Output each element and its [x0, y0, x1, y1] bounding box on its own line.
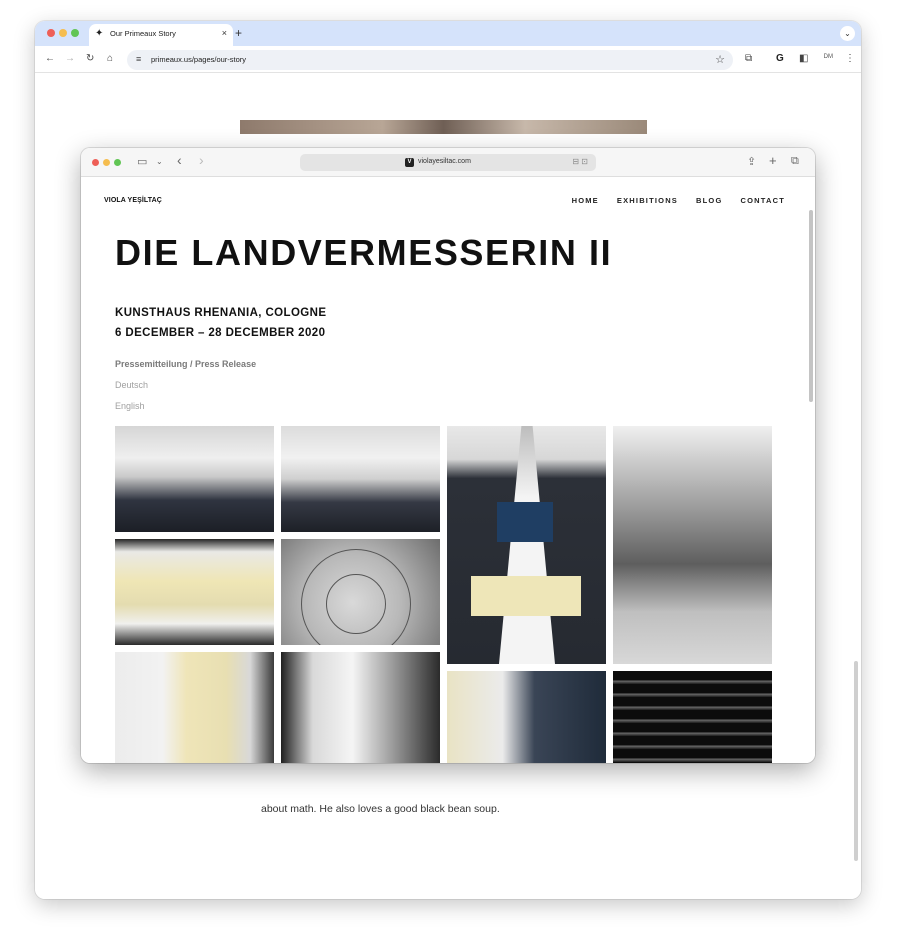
- profile-avatar[interactable]: DM: [824, 54, 833, 60]
- address-bar[interactable]: ≡ primeaux.us/pages/our-story ☆: [127, 50, 733, 70]
- site-settings-icon[interactable]: ≡: [136, 54, 141, 64]
- home-icon[interactable]: ⌂: [107, 53, 113, 64]
- tab-title: Our Primeaux Story: [110, 29, 176, 38]
- bookmark-star-icon[interactable]: ☆: [715, 53, 725, 66]
- gallery-photo[interactable]: [115, 539, 274, 645]
- minimize-window-button[interactable]: [59, 29, 67, 37]
- tab-overview-icon[interactable]: ⧉: [791, 155, 799, 168]
- table-installation-shape: [499, 426, 555, 664]
- safari-minimize-button[interactable]: [103, 159, 110, 166]
- gallery-photo[interactable]: [447, 671, 606, 763]
- site-logo[interactable]: VIOLA YEŞİLTAÇ: [104, 197, 162, 204]
- gallery-photo[interactable]: [281, 652, 440, 763]
- blue-print-shape: [497, 502, 553, 542]
- deutsch-link[interactable]: Deutsch: [115, 380, 148, 390]
- gallery-photo[interactable]: [281, 539, 440, 645]
- press-release-link[interactable]: Pressemitteilung / Press Release: [115, 359, 256, 369]
- forward-arrow-icon[interactable]: →: [65, 53, 75, 64]
- circle-shape: [326, 574, 386, 634]
- safari-close-button[interactable]: [92, 159, 99, 166]
- exhibition-title: DIE LANDVERMESSERIN II: [115, 232, 613, 273]
- viola-site: VIOLA YEŞİLTAÇ HOME EXHIBITIONS BLOG CON…: [81, 177, 815, 763]
- site-nav: HOME EXHIBITIONS BLOG CONTACT: [572, 196, 785, 205]
- gallery-photo[interactable]: [613, 426, 772, 664]
- gallery-photo[interactable]: [115, 426, 274, 532]
- translate-reader-icon[interactable]: ⊟ ⊡: [572, 157, 588, 166]
- safari-zoom-button[interactable]: [114, 159, 121, 166]
- nav-exhibitions[interactable]: EXHIBITIONS: [617, 196, 678, 205]
- safari-scrollbar[interactable]: [809, 210, 813, 402]
- nav-home[interactable]: HOME: [572, 196, 599, 205]
- yellow-map-shape: [471, 576, 581, 616]
- google-icon[interactable]: G: [776, 53, 784, 64]
- forward-chevron-icon[interactable]: ›: [199, 152, 204, 168]
- reload-icon[interactable]: ↻: [86, 53, 94, 64]
- chevron-down-icon[interactable]: ⌄: [156, 157, 163, 166]
- english-link[interactable]: English: [115, 401, 145, 411]
- safari-window: ▭ ⌄ ‹ › V violayesiltac.com ⊟ ⊡ ⇪ + ⧉ VI…: [81, 148, 815, 763]
- tab-close-icon[interactable]: ×: [222, 28, 227, 38]
- nav-blog[interactable]: BLOG: [696, 196, 722, 205]
- site-favicon-icon: ✦: [95, 28, 104, 39]
- background-photo: [240, 120, 647, 134]
- back-chevron-icon[interactable]: ‹: [177, 152, 182, 168]
- about-paragraph: about math. He also loves a good black b…: [261, 803, 500, 815]
- nav-contact[interactable]: CONTACT: [740, 196, 785, 205]
- gallery-photo[interactable]: [281, 426, 440, 532]
- menu-icon[interactable]: ⋮: [845, 53, 855, 64]
- safari-address-bar[interactable]: V violayesiltac.com ⊟ ⊡: [300, 154, 596, 171]
- browser-toolbar: ← → ↻ ⌂ ≡ primeaux.us/pages/our-story ☆ …: [35, 46, 861, 73]
- address-url[interactable]: primeaux.us/pages/our-story: [151, 55, 246, 64]
- gallery-photo[interactable]: [115, 652, 274, 763]
- safari-url[interactable]: violayesiltac.com: [418, 158, 471, 165]
- side-panel-icon[interactable]: ◧: [799, 53, 808, 64]
- exhibition-venue: KUNSTHAUS RHENANIA, COLOGNE: [115, 307, 327, 319]
- back-arrow-icon[interactable]: ←: [45, 53, 55, 64]
- extensions-icon[interactable]: ⧉: [745, 53, 752, 64]
- exhibition-dates: 6 DECEMBER – 28 DECEMBER 2020: [115, 327, 326, 339]
- tab-our-primeaux-story[interactable]: ✦ Our Primeaux Story ×: [89, 24, 233, 46]
- close-window-button[interactable]: [47, 29, 55, 37]
- page-scrollbar[interactable]: [854, 661, 858, 861]
- tab-search-chevron-icon[interactable]: ⌄: [840, 26, 855, 41]
- tab-strip: ✦ Our Primeaux Story × + ⌄: [35, 21, 861, 46]
- sidebar-toggle-icon[interactable]: ▭: [137, 155, 147, 168]
- gallery-photo[interactable]: [447, 426, 606, 664]
- new-tab-icon[interactable]: +: [769, 153, 777, 168]
- share-icon[interactable]: ⇪: [747, 155, 756, 168]
- new-tab-button[interactable]: +: [235, 26, 242, 40]
- gallery-photo[interactable]: [613, 671, 772, 763]
- zoom-window-button[interactable]: [71, 29, 79, 37]
- site-favicon-icon: V: [405, 158, 414, 167]
- safari-toolbar: ▭ ⌄ ‹ › V violayesiltac.com ⊟ ⊡ ⇪ + ⧉: [81, 148, 815, 177]
